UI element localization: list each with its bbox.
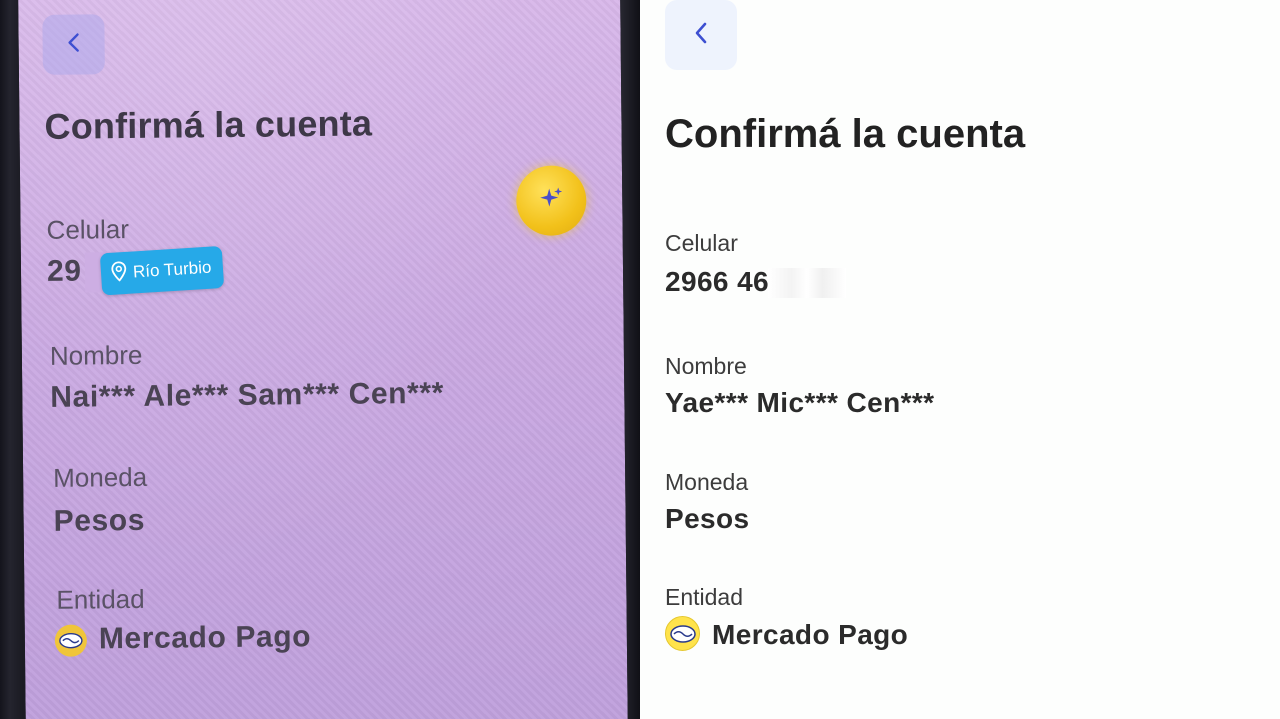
field-label-moneda: Moneda: [665, 469, 749, 495]
field-label-entidad: Entidad: [665, 584, 744, 610]
field-value-moneda: Pesos: [53, 503, 146, 538]
back-button[interactable]: [42, 14, 105, 75]
chevron-left-icon: [64, 30, 82, 59]
field-value-entidad: Mercado Pago: [98, 620, 312, 656]
page-title: Confirmá la cuenta: [665, 112, 1026, 156]
location-tag-label: Río Turbio: [132, 257, 212, 282]
field-value-moneda: Pesos: [665, 503, 750, 534]
phone-screen-photo: Confirmá la cuenta Celular 29 147 Río Tu…: [18, 0, 628, 719]
assistant-button[interactable]: [515, 165, 587, 236]
back-button[interactable]: [665, 0, 737, 70]
field-value-entidad: Mercado Pago: [712, 619, 909, 650]
sparkle-icon: [537, 184, 565, 217]
page-title: Confirmá la cuenta: [44, 102, 373, 147]
left-photo-panel: Confirmá la cuenta Celular 29 147 Río Tu…: [0, 0, 640, 719]
right-app-panel: Confirmá la cuenta Celular 2966 469 Nomb…: [640, 0, 1280, 719]
phone-number-mask: [768, 268, 846, 298]
field-label-entidad: Entidad: [56, 583, 145, 615]
chevron-left-icon: [691, 19, 711, 52]
mercado-pago-logo: [54, 624, 88, 657]
field-label-celular: Celular: [665, 230, 738, 256]
phone-content: Confirmá la cuenta Celular 29 147 Río Tu…: [18, 0, 628, 719]
field-value-nombre: Nai*** Ale*** Sam*** Cen***: [50, 376, 445, 414]
location-tag[interactable]: Río Turbio: [99, 245, 225, 296]
field-label-celular: Celular: [46, 214, 130, 245]
field-label-nombre: Nombre: [49, 339, 143, 371]
map-pin-icon: [110, 260, 128, 286]
mercado-pago-logo: [665, 616, 700, 651]
field-label-nombre: Nombre: [665, 353, 747, 379]
field-value-nombre: Yae*** Mic*** Cen***: [665, 387, 935, 418]
field-value-celular: 2966 469: [665, 266, 785, 297]
field-label-moneda: Moneda: [53, 461, 148, 493]
